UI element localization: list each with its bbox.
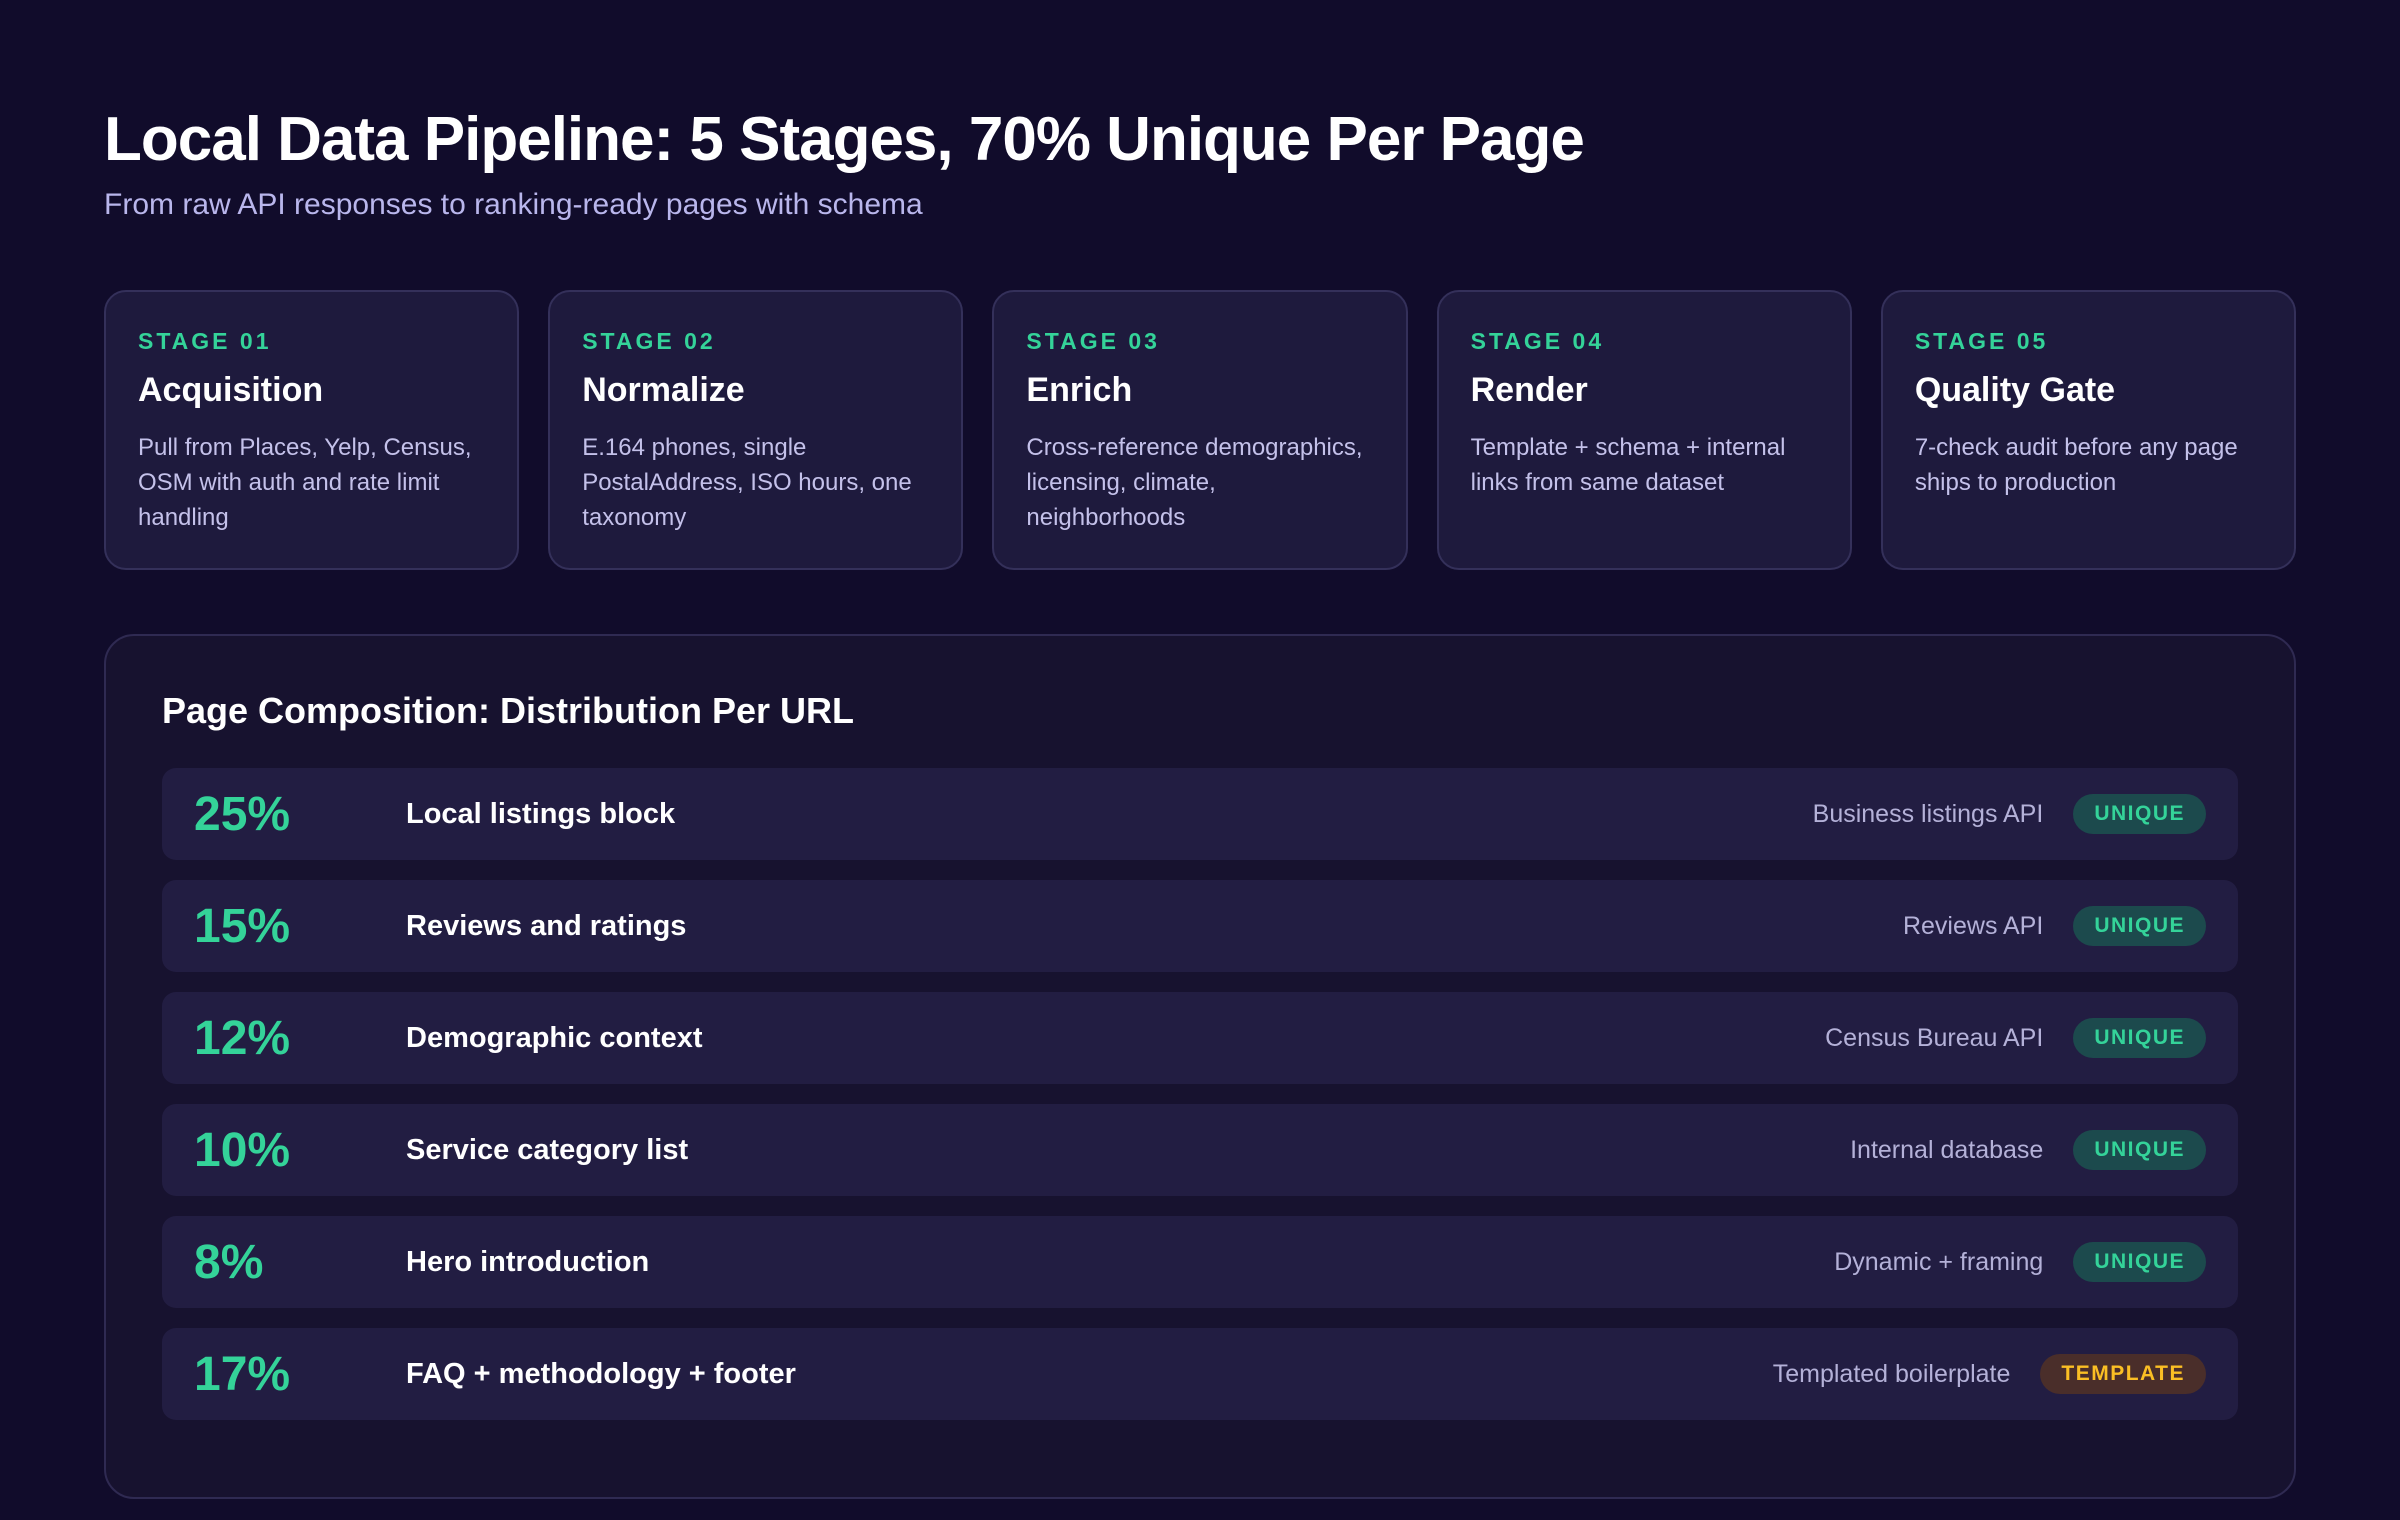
composition-row: 17% FAQ + methodology + footer Templated… <box>162 1328 2238 1420</box>
composition-row: 15% Reviews and ratings Reviews API UNIQ… <box>162 880 2238 972</box>
panel-title: Page Composition: Distribution Per URL <box>162 690 855 731</box>
row-label: Service category list <box>406 1133 689 1166</box>
row-label: Local listings block <box>406 797 676 830</box>
stage-card-normalize: STAGE 02 Normalize E.164 phones, single … <box>548 290 964 570</box>
stage-description: Template + schema + internal links from … <box>1470 434 1786 496</box>
row-label: FAQ + methodology + footer <box>406 1357 796 1390</box>
composition-row: 10% Service category list Internal datab… <box>162 1104 2238 1196</box>
row-source: Dynamic + framing <box>1834 1247 2044 1276</box>
page-title: Local Data Pipeline: 5 Stages, 70% Uniqu… <box>104 105 1585 174</box>
row-source: Reviews API <box>1902 911 2044 940</box>
row-source: Census Bureau API <box>1825 1023 2044 1052</box>
row-percentage: 25% <box>194 787 291 841</box>
stage-description: Cross-reference demographics, licensing,… <box>1026 434 1363 531</box>
stage-name: Normalize <box>582 371 745 409</box>
pipeline-page: Local Data Pipeline: 5 Stages, 70% Uniqu… <box>0 0 2400 1520</box>
composition-row: 25% Local listings block Business listin… <box>162 768 2238 860</box>
page-composition-panel: Page Composition: Distribution Per URL 2… <box>104 634 2296 1499</box>
unique-badge: UNIQUE <box>2073 1130 2206 1170</box>
stage-number: STAGE 05 <box>1914 328 2049 354</box>
stage-card-render: STAGE 04 Render Template + schema + inte… <box>1436 290 1852 570</box>
stages-row: STAGE 01 Acquisition Pull from Places, Y… <box>104 290 2297 570</box>
row-source: Templated boilerplate <box>1772 1359 2011 1388</box>
composition-row: 8% Hero introduction Dynamic + framing U… <box>162 1216 2238 1308</box>
stage-name: Render <box>1470 371 1588 409</box>
stage-name: Enrich <box>1026 371 1133 409</box>
stage-card-quality-gate: STAGE 05 Quality Gate 7-check audit befo… <box>1880 290 2297 570</box>
row-percentage: 12% <box>194 1011 291 1065</box>
composition-row: 12% Demographic context Census Bureau AP… <box>162 992 2238 1084</box>
stage-card-enrich: STAGE 03 Enrich Cross-reference demograp… <box>992 290 1408 570</box>
row-percentage: 10% <box>194 1123 291 1177</box>
stage-description: E.164 phones, single PostalAddress, ISO … <box>582 434 912 531</box>
row-percentage: 15% <box>194 899 291 953</box>
unique-badge: UNIQUE <box>2073 1018 2206 1058</box>
unique-badge: UNIQUE <box>2073 1242 2206 1282</box>
row-percentage: 17% <box>194 1347 291 1401</box>
stage-number: STAGE 02 <box>582 328 716 354</box>
unique-badge: UNIQUE <box>2073 794 2206 834</box>
composition-list: 25% Local listings block Business listin… <box>162 768 2238 1420</box>
template-badge: TEMPLATE <box>2040 1354 2206 1394</box>
row-label: Reviews and ratings <box>406 909 687 942</box>
stage-description: 7-check audit before any page ships to p… <box>1914 434 2238 496</box>
stage-number: STAGE 01 <box>138 328 272 354</box>
stage-number: STAGE 04 <box>1470 328 1605 354</box>
stage-number: STAGE 03 <box>1026 328 1160 354</box>
row-source: Internal database <box>1850 1135 2044 1164</box>
stage-description: Pull from Places, Yelp, Census, OSM with… <box>138 434 472 531</box>
stage-card-acquisition: STAGE 01 Acquisition Pull from Places, Y… <box>104 290 520 570</box>
unique-badge: UNIQUE <box>2073 906 2206 946</box>
row-label: Hero introduction <box>406 1245 650 1278</box>
row-percentage: 8% <box>194 1235 264 1289</box>
stage-name: Quality Gate <box>1914 371 2116 409</box>
row-label: Demographic context <box>406 1021 703 1054</box>
stage-name: Acquisition <box>138 371 324 409</box>
page-subtitle: From raw API responses to ranking-ready … <box>104 188 923 221</box>
row-source: Business listings API <box>1812 799 2044 828</box>
